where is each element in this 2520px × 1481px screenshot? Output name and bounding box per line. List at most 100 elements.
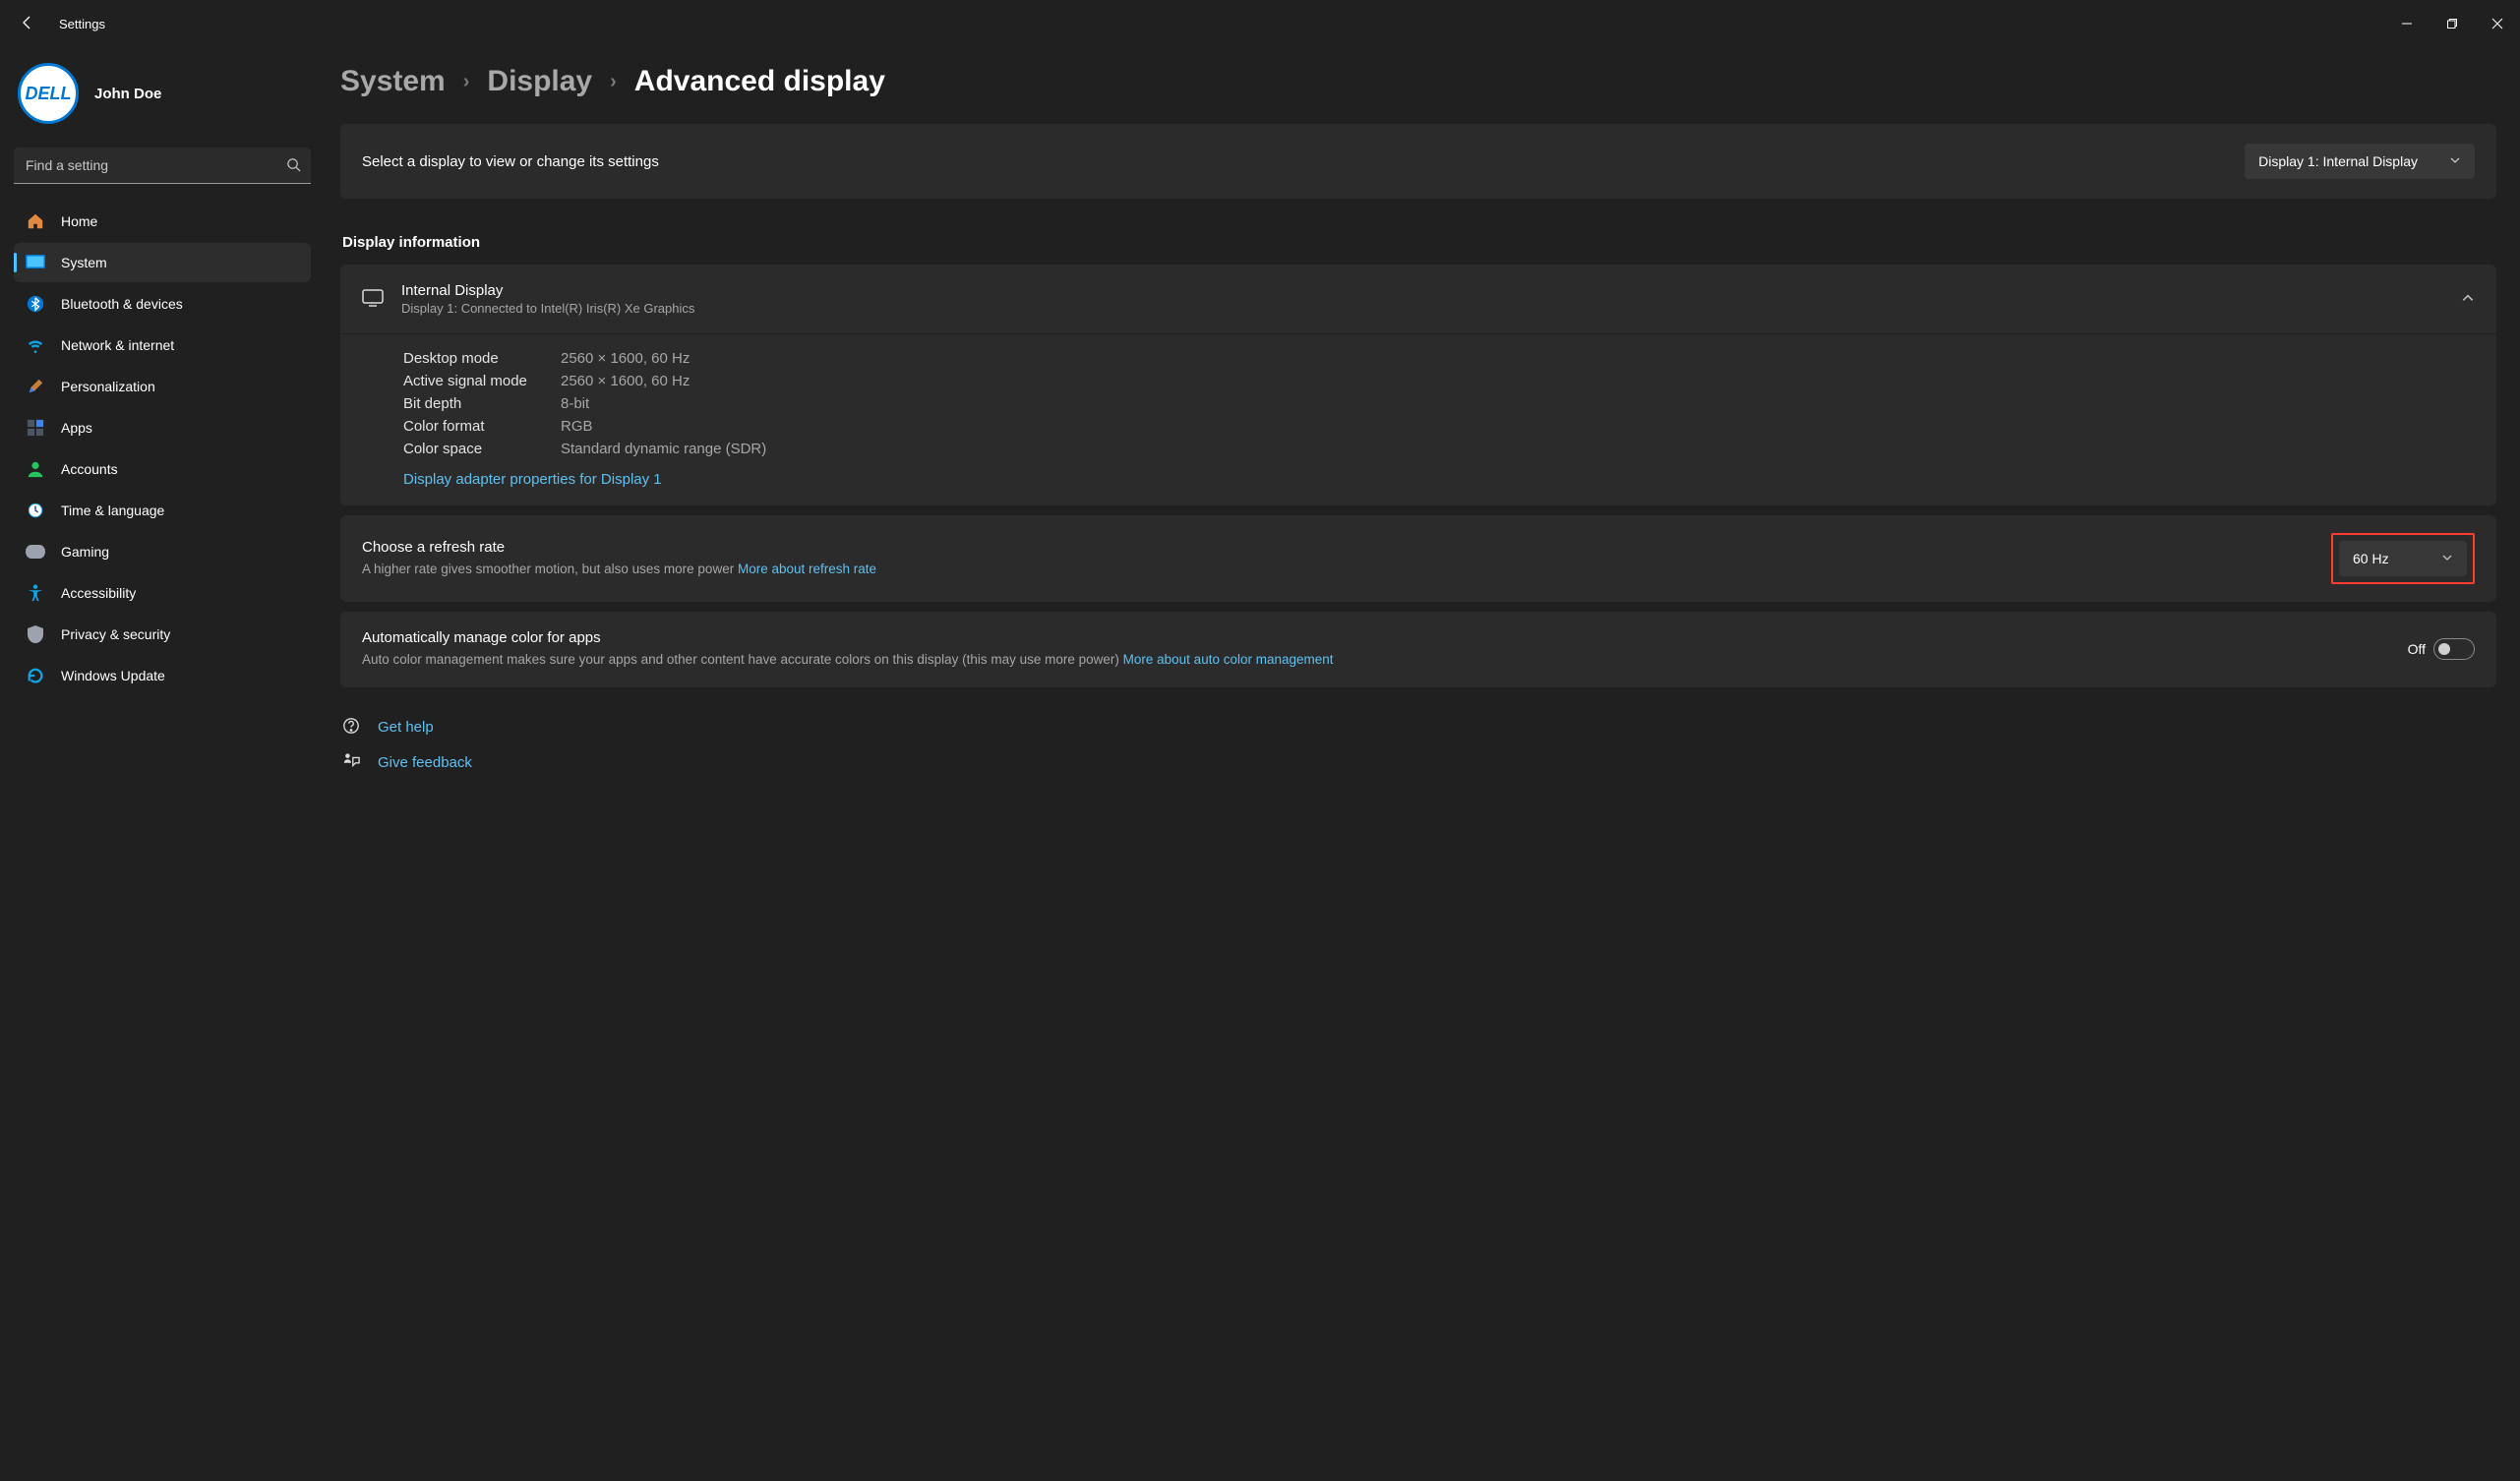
apps-icon — [26, 418, 45, 438]
nav-label: Home — [61, 213, 97, 229]
breadcrumb-system[interactable]: System — [340, 65, 446, 98]
avatar: DELL — [18, 63, 79, 124]
display-subtitle: Display 1: Connected to Intel(R) Iris(R)… — [401, 301, 2443, 316]
info-value: 8-bit — [561, 395, 2475, 412]
refresh-rate-highlight: 60 Hz — [2331, 533, 2475, 584]
adapter-properties-link[interactable]: Display adapter properties for Display 1 — [403, 471, 2475, 488]
chevron-down-icon — [2441, 551, 2453, 566]
nav-accessibility[interactable]: Accessibility — [14, 573, 311, 613]
update-icon — [26, 666, 45, 685]
nav-label: Time & language — [61, 503, 164, 518]
breadcrumb-current: Advanced display — [634, 65, 885, 98]
nav-label: Personalization — [61, 379, 155, 394]
nav-label: Accounts — [61, 461, 118, 477]
breadcrumb: System › Display › Advanced display — [340, 65, 2496, 98]
info-value: Standard dynamic range (SDR) — [561, 441, 2475, 457]
refresh-rate-more-link[interactable]: More about refresh rate — [738, 562, 876, 576]
nav-gaming[interactable]: Gaming — [14, 532, 311, 571]
nav-label: System — [61, 255, 107, 270]
chevron-up-icon — [2461, 291, 2475, 308]
home-icon — [26, 211, 45, 231]
display-selector-dropdown[interactable]: Display 1: Internal Display — [2245, 144, 2475, 179]
main-content: System › Display › Advanced display Sele… — [325, 47, 2520, 1481]
select-display-card: Select a display to view or change its s… — [340, 124, 2496, 199]
give-feedback-link[interactable]: Give feedback — [342, 752, 2496, 774]
display-info-card: Internal Display Display 1: Connected to… — [340, 265, 2496, 505]
person-icon — [26, 459, 45, 479]
info-label: Color space — [403, 441, 561, 457]
auto-color-title: Automatically manage color for apps — [362, 629, 2388, 646]
nav-windows-update[interactable]: Windows Update — [14, 656, 311, 695]
nav-label: Privacy & security — [61, 626, 170, 642]
chevron-right-icon: › — [610, 71, 617, 93]
nav-accounts[interactable]: Accounts — [14, 449, 311, 489]
refresh-rate-value: 60 Hz — [2353, 551, 2389, 566]
info-label: Desktop mode — [403, 350, 561, 367]
accessibility-icon — [26, 583, 45, 603]
auto-color-toggle[interactable] — [2433, 638, 2475, 660]
nav-label: Accessibility — [61, 585, 136, 601]
auto-color-state: Off — [2408, 641, 2426, 657]
gamepad-icon — [26, 542, 45, 562]
nav-home[interactable]: Home — [14, 202, 311, 241]
nav-system[interactable]: System — [14, 243, 311, 282]
nav-label: Gaming — [61, 544, 109, 560]
nav-label: Windows Update — [61, 668, 165, 683]
profile-name: John Doe — [94, 86, 161, 102]
minimize-button[interactable] — [2384, 0, 2430, 47]
get-help-link[interactable]: Get help — [342, 717, 2496, 739]
breadcrumb-display[interactable]: Display — [487, 65, 592, 98]
feedback-icon — [342, 752, 362, 774]
help-icon — [342, 717, 362, 739]
nav-label: Network & internet — [61, 337, 174, 353]
system-icon — [26, 253, 45, 272]
nav-label: Bluetooth & devices — [61, 296, 183, 312]
display-name: Internal Display — [401, 282, 2443, 299]
nav-time-language[interactable]: Time & language — [14, 491, 311, 530]
titlebar: Settings — [0, 0, 2520, 47]
footer-links: Get help Give feedback — [340, 717, 2496, 774]
display-selector-value: Display 1: Internal Display — [2258, 153, 2418, 169]
brush-icon — [26, 377, 45, 396]
get-help-label: Get help — [378, 719, 434, 736]
nav: Home System Bluetooth & devices Network … — [14, 202, 311, 695]
refresh-rate-title: Choose a refresh rate — [362, 539, 2311, 556]
search-input[interactable] — [14, 148, 311, 184]
nav-personalization[interactable]: Personalization — [14, 367, 311, 406]
info-label: Color format — [403, 418, 561, 435]
display-info-header[interactable]: Internal Display Display 1: Connected to… — [340, 265, 2496, 334]
maximize-button[interactable] — [2430, 0, 2475, 47]
nav-privacy[interactable]: Privacy & security — [14, 615, 311, 654]
display-info-grid: Desktop mode 2560 × 1600, 60 Hz Active s… — [340, 334, 2496, 505]
section-title: Display information — [342, 234, 2496, 251]
nav-apps[interactable]: Apps — [14, 408, 311, 447]
refresh-rate-dropdown[interactable]: 60 Hz — [2339, 541, 2467, 576]
info-label: Bit depth — [403, 395, 561, 412]
sidebar: DELL John Doe Home System Bluetooth & de… — [0, 47, 325, 1481]
refresh-rate-card: Choose a refresh rate A higher rate give… — [340, 515, 2496, 602]
back-button[interactable] — [20, 15, 39, 33]
nav-label: Apps — [61, 420, 92, 436]
close-button[interactable] — [2475, 0, 2520, 47]
info-value: RGB — [561, 418, 2475, 435]
search-box — [14, 148, 311, 184]
select-display-prompt: Select a display to view or change its s… — [362, 153, 2229, 170]
nav-bluetooth[interactable]: Bluetooth & devices — [14, 284, 311, 324]
auto-color-card: Automatically manage color for apps Auto… — [340, 612, 2496, 687]
search-icon — [286, 157, 301, 175]
auto-color-subtitle: Auto color management makes sure your ap… — [362, 650, 2388, 670]
window-title: Settings — [59, 17, 105, 31]
shield-icon — [26, 624, 45, 644]
profile[interactable]: DELL John Doe — [14, 57, 311, 142]
give-feedback-label: Give feedback — [378, 754, 472, 771]
wifi-icon — [26, 335, 45, 355]
chevron-down-icon — [2449, 153, 2461, 169]
bluetooth-icon — [26, 294, 45, 314]
monitor-icon — [362, 289, 384, 310]
info-value: 2560 × 1600, 60 Hz — [561, 350, 2475, 367]
info-value: 2560 × 1600, 60 Hz — [561, 373, 2475, 389]
auto-color-more-link[interactable]: More about auto color management — [1123, 652, 1334, 667]
refresh-rate-subtitle: A higher rate gives smoother motion, but… — [362, 560, 2311, 579]
info-label: Active signal mode — [403, 373, 561, 389]
nav-network[interactable]: Network & internet — [14, 326, 311, 365]
